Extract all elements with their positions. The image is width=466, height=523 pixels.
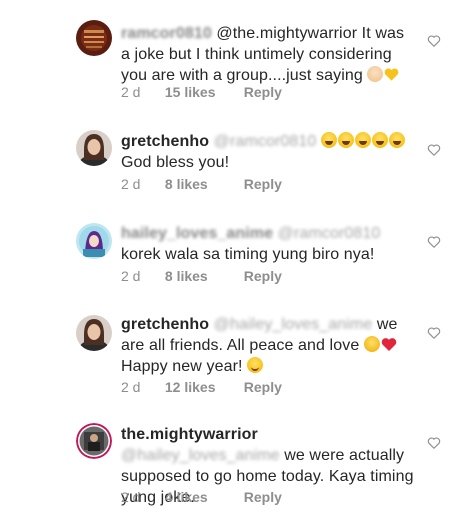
comment-age: 2 d [121, 379, 141, 395]
comment-body: God bless you! [121, 154, 230, 171]
likes-count[interactable]: 8 likes [165, 268, 240, 284]
hugging-emoji [363, 336, 380, 352]
comment-body: korek wala sa timing yung biro nya! [121, 246, 375, 263]
likes-count[interactable]: 15 likes [165, 84, 240, 100]
username[interactable]: the.mightywarrior [121, 426, 258, 443]
joy-emoji [388, 132, 405, 148]
heart-icon[interactable] [427, 143, 441, 157]
likes-count[interactable]: 12 likes [165, 379, 240, 395]
mention-link[interactable]: @ramcor0810 [278, 223, 381, 244]
mention-link[interactable]: @the.mightywarrior [216, 25, 357, 42]
likes-count[interactable]: 8 likes [165, 176, 240, 192]
username[interactable]: ramcor0810 [121, 23, 212, 44]
reply-button[interactable]: Reply [244, 489, 282, 505]
joy-emoji [354, 132, 371, 148]
comment-meta: 2 d 8 likes Reply [121, 268, 282, 284]
heart-icon[interactable] [427, 436, 441, 450]
joy-emoji [320, 132, 337, 148]
comment-text: hailey_loves_anime @ramcor0810 korek wal… [121, 223, 417, 265]
username[interactable]: gretchenho [121, 133, 209, 150]
mention-link[interactable]: @ramcor0810 [214, 131, 317, 152]
mention-link[interactable]: @hailey_loves_anime [214, 314, 373, 335]
avatar[interactable] [76, 223, 112, 259]
avatar[interactable] [76, 423, 112, 459]
heart-icon[interactable] [427, 326, 441, 340]
comment-age: 2 d [121, 84, 141, 100]
username[interactable]: hailey_loves_anime [121, 223, 273, 244]
reply-button[interactable]: Reply [244, 84, 282, 100]
reply-button[interactable]: Reply [244, 268, 282, 284]
reply-button[interactable]: Reply [244, 379, 282, 395]
username[interactable]: gretchenho [121, 316, 209, 333]
comment-age: 2 d [121, 176, 141, 192]
heart-icon[interactable] [427, 34, 441, 48]
yellow-heart-emoji [385, 68, 399, 81]
avatar[interactable] [76, 20, 112, 56]
comment-meta: 2 d 8 likes Reply [121, 176, 282, 192]
comment-meta: 2 d 15 likes Reply [121, 84, 282, 100]
mention-link[interactable]: @hailey_loves_anime [121, 445, 280, 466]
comment-text: gretchenho @ramcor0810 God bless you! [121, 131, 417, 173]
avatar[interactable] [76, 315, 112, 351]
comment-meta: 2 d 4 likes Reply [121, 489, 282, 505]
comment-body-2: Happy new year! [121, 358, 248, 375]
comment-text: gretchenho @hailey_loves_anime we are al… [121, 314, 417, 377]
reply-button[interactable]: Reply [244, 176, 282, 192]
victory-hand-emoji [367, 66, 384, 82]
comment-age: 2 d [121, 268, 141, 284]
heart-icon[interactable] [427, 235, 441, 249]
comment-meta: 2 d 12 likes Reply [121, 379, 282, 395]
comment-age: 2 d [121, 489, 141, 505]
joy-emoji [337, 132, 354, 148]
red-heart-emoji [381, 338, 397, 351]
comment-text: ramcor0810 @the.mightywarrior It was a j… [121, 23, 417, 86]
likes-count[interactable]: 4 likes [165, 489, 240, 505]
smiling-emoji [247, 357, 264, 373]
avatar[interactable] [76, 130, 112, 166]
joy-emoji [371, 132, 388, 148]
